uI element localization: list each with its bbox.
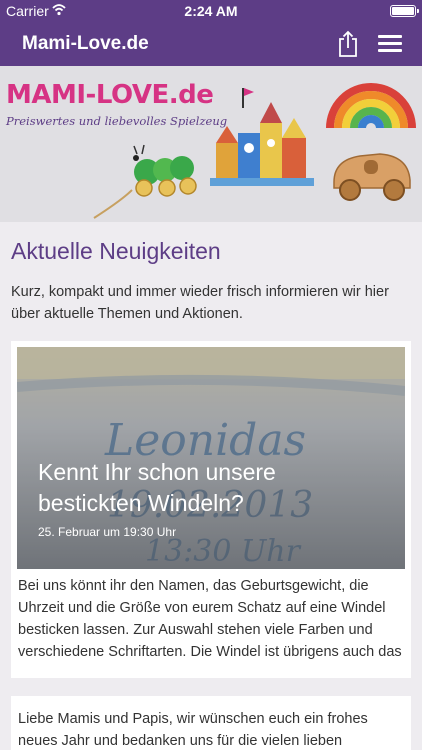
- wooden-car-toy-illustration: [333, 153, 411, 201]
- news-card-date: 25. Februar um 19:30 Uhr: [38, 525, 177, 539]
- status-bar: Carrier 2:24 AM: [0, 0, 422, 22]
- news-card-excerpt: Bei uns könnt ihr den Namen, das Geburts…: [18, 578, 402, 660]
- rainbow-stacker-toy-illustration: [326, 83, 416, 129]
- news-card-title[interactable]: Kennt Ihr schon unsere bestickten Windel…: [38, 457, 338, 519]
- battery-icon: [390, 5, 419, 17]
- mami-love-logo: MAMI-LOVE.de: [6, 80, 214, 110]
- page-title: Aktuelle Neuigkeiten: [11, 238, 221, 264]
- news-card[interactable]: Leonidas 19.02.2013 13:30 Uhr Kennt Ihr …: [11, 341, 411, 678]
- news-card[interactable]: Liebe Mamis und Papis, wir wünschen euch…: [11, 696, 411, 750]
- navigation-bar: Mami-Love.de: [0, 22, 422, 66]
- app-title: Mami-Love.de: [22, 33, 149, 54]
- header-banner: MAMI-LOVE.de Preiswertes und liebevolles…: [0, 66, 422, 222]
- intro-text: Kurz, kompakt und immer wieder frisch in…: [11, 284, 389, 322]
- share-icon[interactable]: [336, 30, 360, 58]
- caterpillar-toy-illustration: [93, 144, 197, 219]
- status-time: 2:24 AM: [184, 3, 238, 19]
- block-tower-toy-illustration: [210, 88, 314, 186]
- hamburger-menu-icon[interactable]: [378, 35, 402, 53]
- banner-tagline: Preiswertes und liebevolles Spielzeug: [6, 114, 228, 128]
- news-card-excerpt: Liebe Mamis und Papis, wir wünschen euch…: [18, 711, 368, 749]
